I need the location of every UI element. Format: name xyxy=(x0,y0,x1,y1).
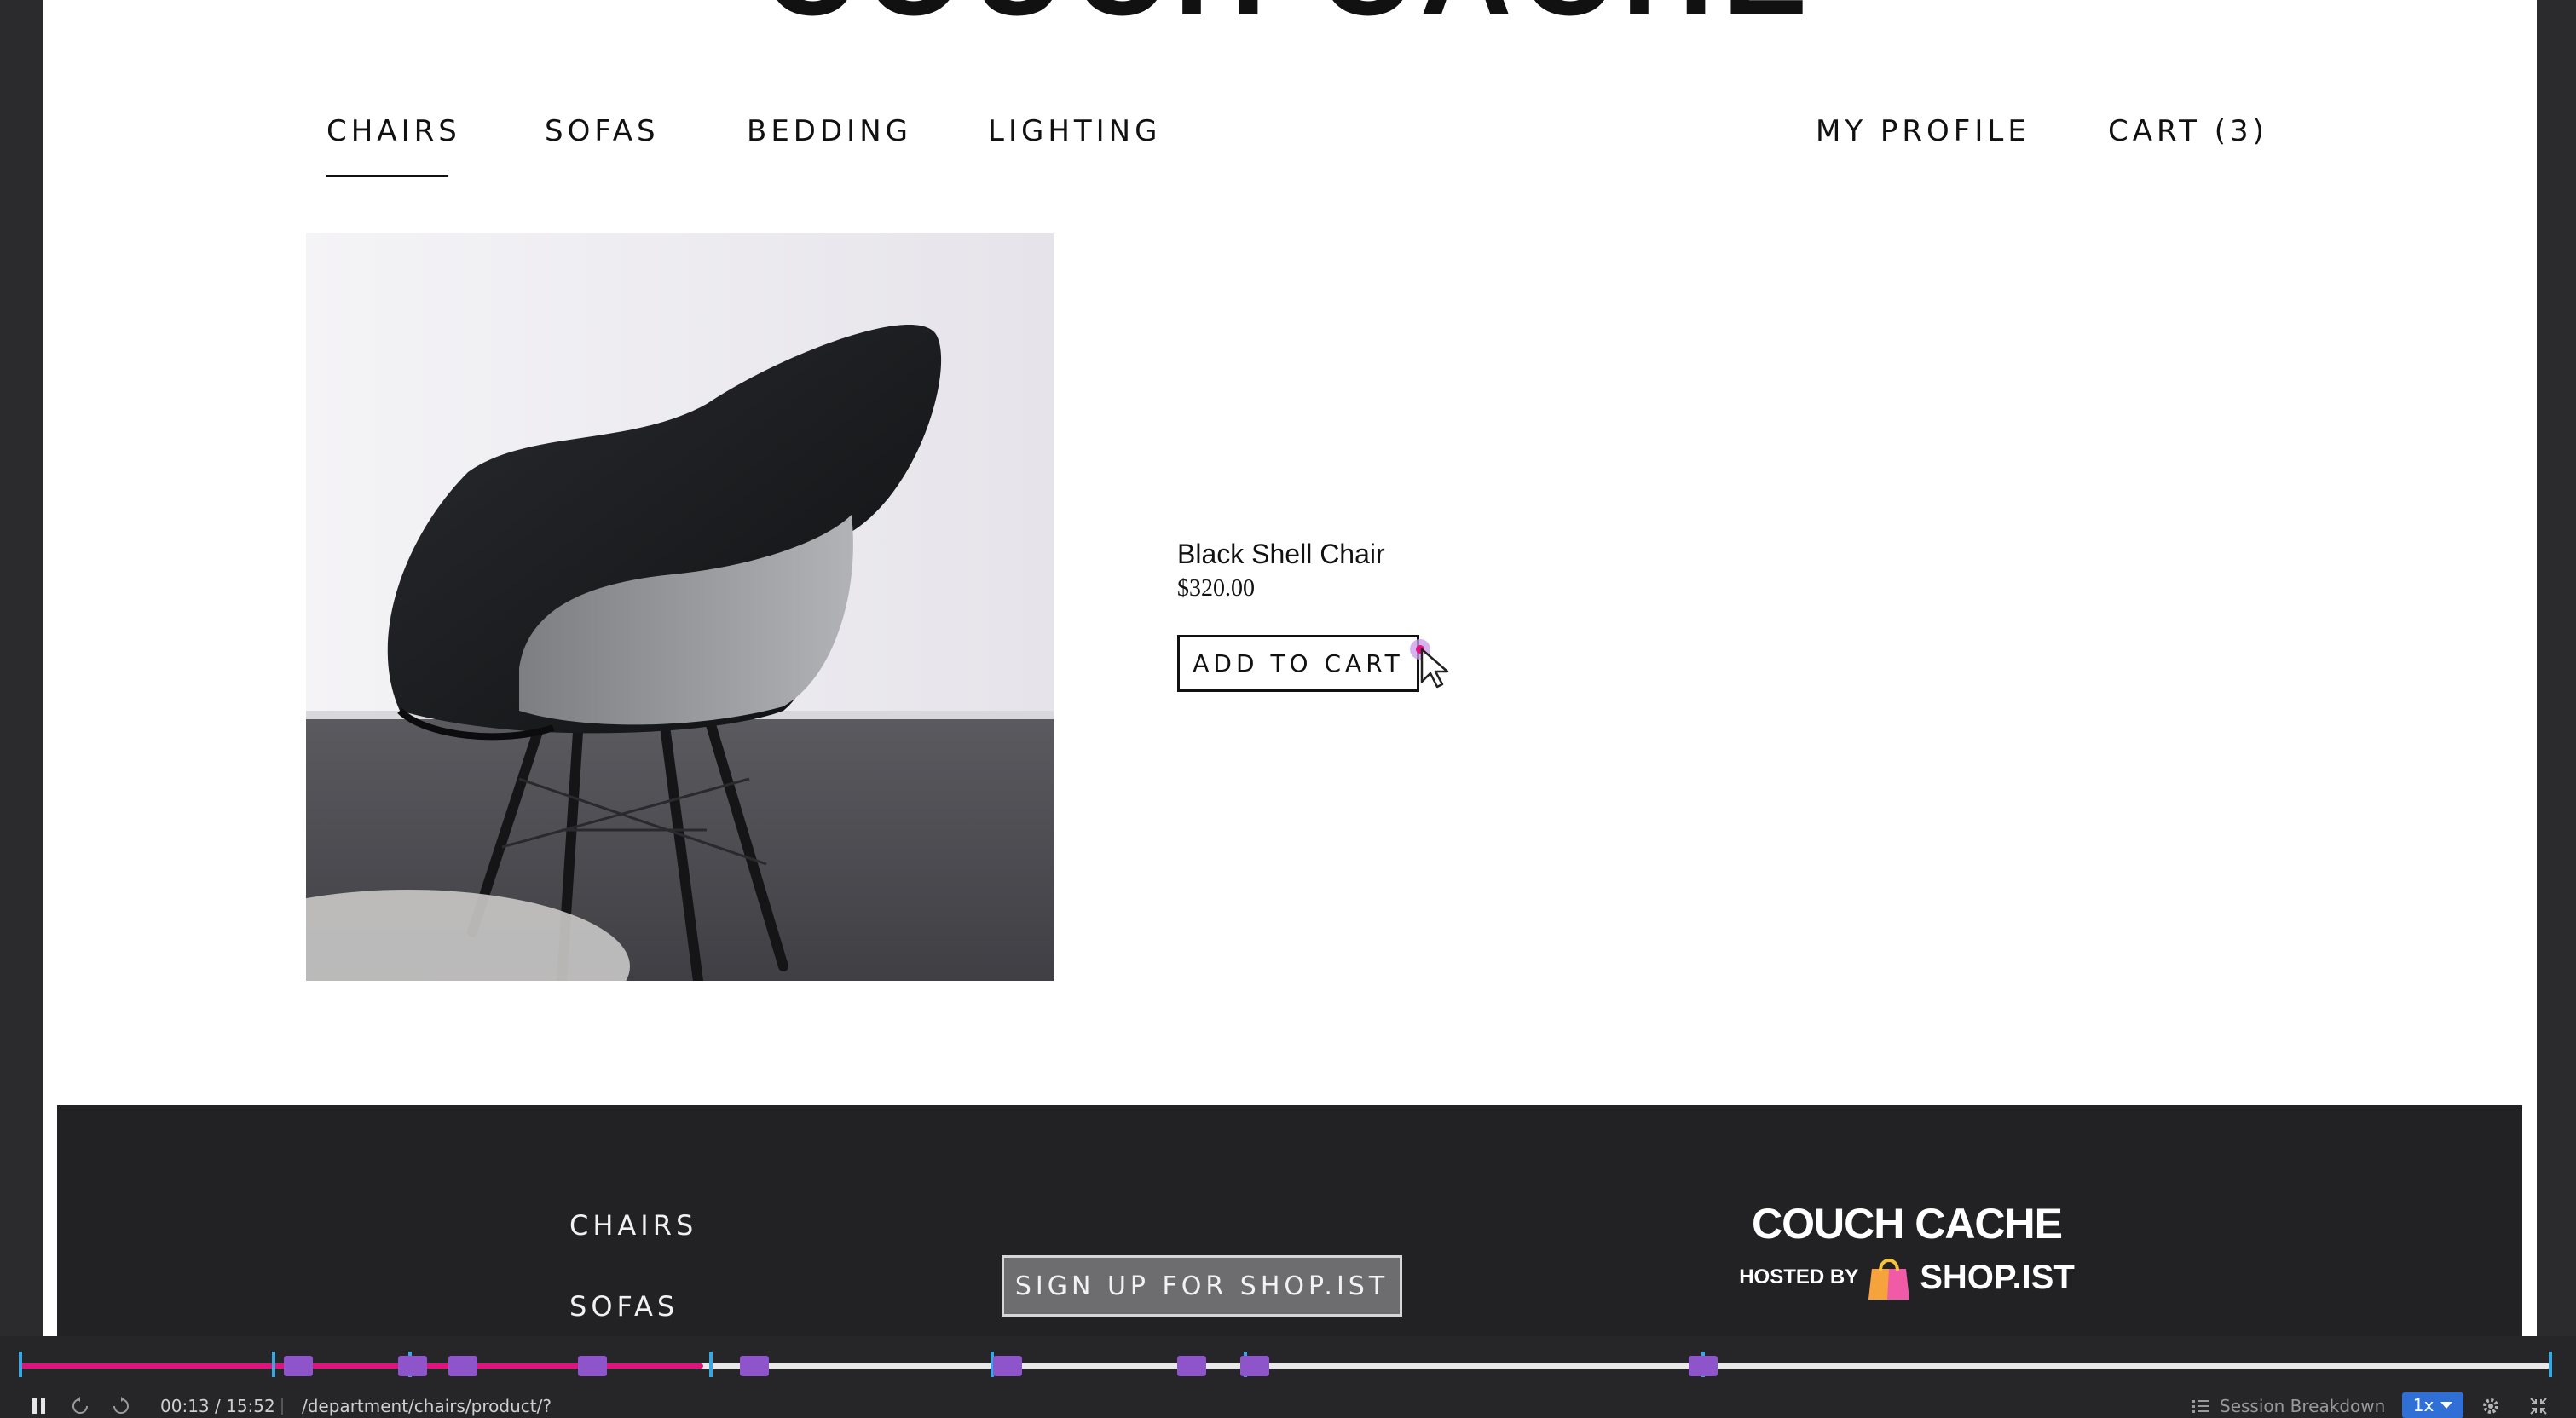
separator xyxy=(281,1398,283,1415)
timeline-tick-marker[interactable] xyxy=(709,1352,713,1377)
product-price: $320.00 xyxy=(1177,575,1255,602)
nav-my-profile[interactable]: MY PROFILE xyxy=(1816,114,2030,148)
signup-button[interactable]: SIGN UP FOR SHOP.IST xyxy=(1002,1255,1402,1317)
replay-timeline[interactable] xyxy=(19,1352,2552,1377)
chevron-down-icon xyxy=(2440,1402,2453,1409)
skip-back-icon[interactable] xyxy=(70,1396,90,1416)
timeline-tick-marker[interactable] xyxy=(19,1352,22,1377)
nav-bedding[interactable]: BEDDING xyxy=(747,114,912,148)
replay-controls: 00:13 / 15:52 /department/chairs/product… xyxy=(0,1392,2576,1418)
timeline-tick-marker[interactable] xyxy=(271,1352,275,1377)
timeline-event-marker[interactable] xyxy=(1177,1356,1207,1376)
replay-time: 00:13 / 15:52 xyxy=(160,1396,275,1416)
timeline-event-marker[interactable] xyxy=(1240,1356,1270,1376)
footer-link-chairs[interactable]: CHAIRS xyxy=(569,1209,697,1242)
product-image xyxy=(306,233,1054,981)
session-replay-bar: 00:13 / 15:52 /department/chairs/product… xyxy=(0,1336,2576,1418)
footer-link-sofas[interactable]: SOFAS xyxy=(569,1290,679,1323)
playback-speed-value: 1x xyxy=(2412,1395,2434,1415)
timeline-event-marker[interactable] xyxy=(992,1356,1022,1376)
gear-icon[interactable] xyxy=(2481,1396,2501,1416)
add-to-cart-button[interactable]: ADD TO CART xyxy=(1177,635,1419,692)
timeline-event-marker[interactable] xyxy=(577,1356,607,1376)
mouse-cursor-icon xyxy=(1410,639,1449,689)
hosted-by-label: HOSTED BY xyxy=(1739,1265,1859,1288)
nav-active-underline xyxy=(326,175,448,177)
recorded-page: COUCH CACHE CHAIRS SOFAS BEDDING LIGHTIN… xyxy=(43,0,2537,1336)
footer-brand: COUCH CACHE HOSTED BY SHOP.IST xyxy=(1702,1199,2111,1301)
site-footer: CHAIRS SOFAS SIGN UP FOR SHOP.IST COUCH … xyxy=(57,1105,2522,1336)
collapse-icon[interactable] xyxy=(2528,1396,2549,1416)
timeline-event-marker[interactable] xyxy=(398,1356,428,1376)
nav-chairs[interactable]: CHAIRS xyxy=(326,114,461,148)
timeline-event-marker[interactable] xyxy=(448,1356,478,1376)
skip-forward-icon[interactable] xyxy=(111,1396,131,1416)
product-name: Black Shell Chair xyxy=(1177,539,1385,569)
replay-url: /department/chairs/product/? xyxy=(302,1396,552,1416)
playback-speed-select[interactable]: 1x xyxy=(2402,1392,2463,1418)
nav-sofas[interactable]: SOFAS xyxy=(545,114,660,148)
footer-brand-name: COUCH CACHE xyxy=(1752,1200,2063,1248)
shop-name: SHOP.IST xyxy=(1920,1258,2075,1296)
timeline-event-marker[interactable] xyxy=(1688,1356,1718,1376)
hosted-by-row: HOSTED BY SHOP.IST xyxy=(1702,1254,2111,1301)
site-logo[interactable]: COUCH CACHE xyxy=(43,0,2537,34)
list-icon[interactable] xyxy=(2191,1396,2211,1416)
timeline-tick-marker[interactable] xyxy=(2549,1352,2552,1377)
shopping-bag-icon xyxy=(1868,1259,1910,1300)
nav-cart[interactable]: CART (3) xyxy=(2108,114,2268,148)
timeline-event-marker[interactable] xyxy=(284,1356,314,1376)
nav-lighting[interactable]: LIGHTING xyxy=(988,114,1161,148)
session-breakdown-button[interactable]: Session Breakdown xyxy=(2220,1396,2385,1416)
pause-icon[interactable] xyxy=(29,1396,49,1416)
timeline-event-marker[interactable] xyxy=(739,1356,769,1376)
